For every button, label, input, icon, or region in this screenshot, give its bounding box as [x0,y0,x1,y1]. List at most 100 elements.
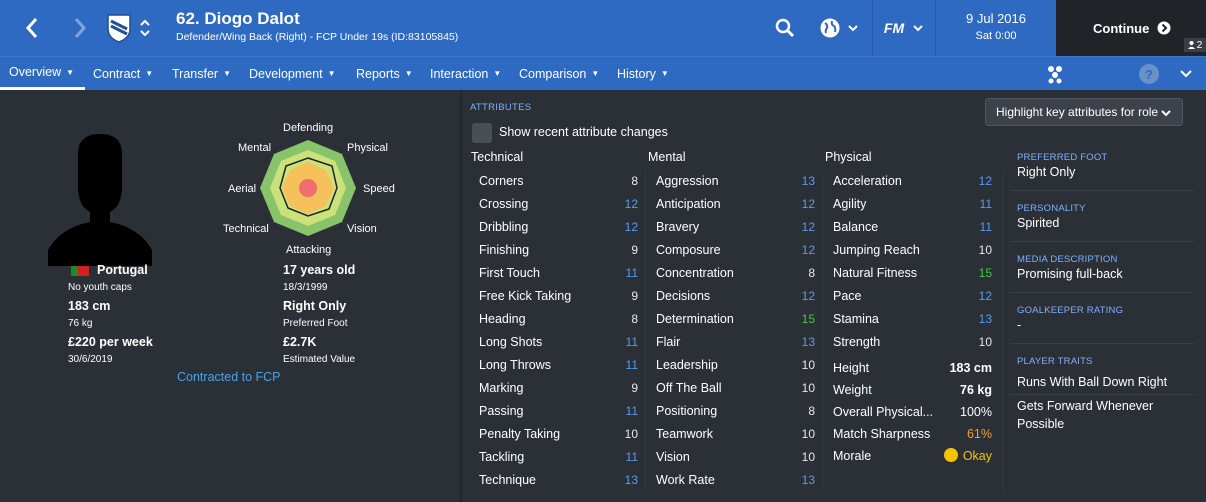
radar-center [299,179,317,197]
club-badge-icon[interactable] [104,0,134,56]
radar-label-aerial: Aerial [228,183,257,195]
attribute-row[interactable]: Positioning 8 [656,399,815,422]
contract-club-link[interactable]: Contracted to FCP [177,370,281,384]
tab-overview[interactable]: Overview ▼ [0,57,85,90]
attribute-value: 11 [979,196,992,211]
attribute-row[interactable]: Leadership 10 [656,353,815,376]
tab-transfer[interactable]: Transfer ▼ [172,57,231,90]
search-icon [775,18,795,38]
attribute-row[interactable]: Composure 12 [656,238,815,261]
attribute-name: Acceleration [833,173,902,188]
player-trait: Gets Forward Whenever [1017,399,1154,413]
back-button[interactable] [14,0,50,56]
attribute-row[interactable]: Strength 10 [833,330,992,353]
attribute-row[interactable]: Bravery 12 [656,215,815,238]
notification-count: 2 [1196,39,1203,51]
attribute-row[interactable]: Work Rate 13 [656,468,815,491]
attribute-row[interactable]: Aggression 13 [656,169,815,192]
attribute-name: Finishing [479,242,530,257]
estimated-value: £2.7K [283,335,317,349]
attribute-row[interactable]: Decisions 12 [656,284,815,307]
attribute-value: 12 [801,242,815,257]
search-button[interactable] [770,0,800,56]
radar-label-defending: Defending [283,122,334,134]
chevron-down-icon: ▼ [660,69,669,78]
player-silhouette-icon [48,134,152,266]
attribute-row[interactable]: Long Throws 11 [479,353,638,376]
attribute-row[interactable]: Agility 11 [833,192,992,215]
condition-name: Morale [833,448,872,463]
tab-contract[interactable]: Contract ▼ [93,57,153,90]
forward-button[interactable] [62,0,98,56]
attribute-name: Passing [479,403,524,418]
attribute-row[interactable]: Stamina 13 [833,307,992,330]
attribute-row[interactable]: Technique 13 [479,468,638,491]
attribute-value: 9 [631,288,638,303]
attribute-row[interactable]: Concentration 8 [656,261,815,284]
attribute-row[interactable]: Dribbling 12 [479,215,638,238]
sub-navigation: Overview ▼ Contract ▼ Transfer ▼ Developmen… [0,56,1206,90]
world-menu-button[interactable] [815,0,863,56]
column-separator [645,170,646,492]
attribute-row[interactable]: Off The Ball 10 [656,376,815,399]
attribute-row[interactable]: Crossing 12 [479,192,638,215]
attribute-name: Pace [833,288,862,303]
attribute-row[interactable]: Finishing 9 [479,238,638,261]
attribute-row[interactable]: Vision 10 [656,445,815,468]
attribute-row[interactable]: Acceleration 12 [833,169,992,192]
attribute-row[interactable]: Long Shots 11 [479,330,638,353]
notification-badge[interactable]: 2 [1184,38,1206,52]
page-title: 62. Diogo Dalot [176,9,300,28]
chevron-down-icon [1161,110,1171,117]
fm-menu-button[interactable]: FM [873,0,935,56]
tab-reports[interactable]: Reports ▼ [356,57,413,90]
recent-changes-checkbox[interactable] [472,123,492,143]
attribute-row[interactable]: Jumping Reach 10 [833,238,992,261]
attribute-row[interactable]: Pace 12 [833,284,992,307]
chevron-down-icon: ▼ [66,67,75,77]
help-icon[interactable]: ? [1139,64,1159,84]
attribute-name: Leadership [656,357,718,372]
more-menu-button[interactable] [1179,66,1197,82]
attribute-row[interactable]: Passing 11 [479,399,638,422]
morale-wrap: Okay [943,448,992,463]
continue-button[interactable]: Continue 2 [1056,0,1206,56]
attribute-row[interactable]: Teamwork 10 [656,422,815,445]
attribute-name: Natural Fitness [833,265,918,280]
condition-row: Overall Physical... 100% [833,400,992,423]
attribute-row[interactable]: Determination 15 [656,307,815,330]
attribute-name: Balance [833,219,879,234]
condition-name: Match Sharpness [833,426,931,441]
attribute-row[interactable]: Free Kick Taking 9 [479,284,638,307]
column-separator [1003,170,1004,492]
tab-comparison[interactable]: Comparison ▼ [519,57,599,90]
attribute-value: 12 [978,173,992,188]
attribute-row[interactable]: Tackling 11 [479,445,638,468]
attribute-row[interactable]: Corners 8 [479,169,638,192]
attribute-value: 8 [808,403,815,418]
tab-history[interactable]: History ▼ [617,57,669,90]
help-glyph: ? [1145,66,1153,82]
panel-divider [460,90,462,502]
attribute-row[interactable]: Penalty Taking 10 [479,422,638,445]
attribute-value: 13 [624,472,638,487]
radar-label-speed: Speed [363,183,395,195]
tab-development[interactable]: Development ▼ [249,57,336,90]
player-switch-chevrons-icon[interactable] [136,0,154,56]
highlight-role-dropdown[interactable]: Highlight key attributes for role [985,98,1183,126]
attribute-row[interactable]: Balance 11 [833,215,992,238]
attribute-row[interactable]: Flair 13 [656,330,815,353]
condition-value: Okay [962,449,992,463]
attribute-row[interactable]: First Touch 11 [479,261,638,284]
tab-interaction[interactable]: Interaction ▼ [430,57,501,90]
attribute-name: Heading [479,311,526,326]
date-of-birth: 18/3/1999 [283,282,328,293]
squad-icon[interactable] [1045,64,1065,84]
attribute-row[interactable]: Heading 8 [479,307,638,330]
attribute-row[interactable]: Natural Fitness 15 [833,261,992,284]
attribute-name: Off The Ball [656,380,722,395]
back-arrow-icon [25,18,38,38]
attribute-row[interactable]: Anticipation 12 [656,192,815,215]
attribute-row[interactable]: Marking 9 [479,376,638,399]
person-icon [1187,41,1195,49]
